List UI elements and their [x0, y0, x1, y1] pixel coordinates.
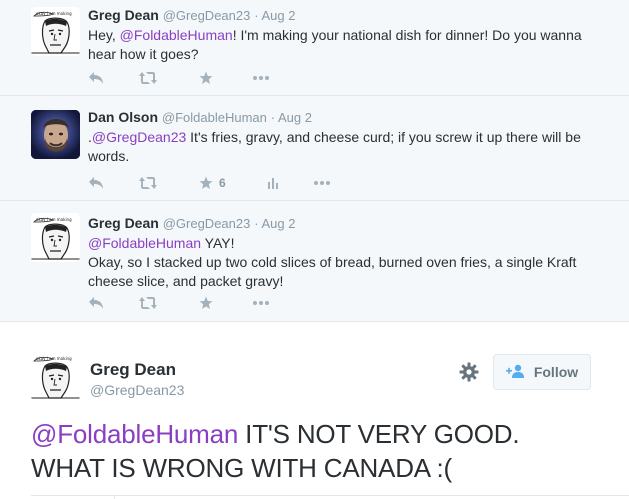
more-icon[interactable] [252, 68, 270, 88]
author-handle[interactable]: @FoldableHuman [162, 110, 267, 125]
more-icon[interactable] [313, 173, 331, 193]
author-handle[interactable]: @GregDean23 [163, 8, 251, 23]
reply-icon[interactable] [88, 293, 104, 313]
analytics-icon[interactable] [267, 173, 279, 193]
avatar[interactable]: okay i am making [31, 7, 80, 56]
retweet-icon[interactable] [138, 68, 158, 88]
favorite-button[interactable]: 6 [199, 173, 226, 193]
mention-link[interactable]: @FoldableHuman [88, 235, 201, 251]
author-handle[interactable]: @GregDean23 [163, 216, 251, 231]
author-name[interactable]: Greg Dean [90, 360, 176, 380]
author-name[interactable]: Greg Dean [88, 215, 159, 231]
avatar[interactable]: okay i am making [31, 213, 80, 262]
retweet-icon[interactable] [138, 293, 158, 313]
reply-icon[interactable] [88, 68, 104, 88]
follow-label: Follow [533, 364, 579, 380]
tweet-text: @FoldableHuman YAY! Okay, so I stacked up… [88, 235, 577, 289]
divider [31, 495, 629, 496]
favorite-count: 6 [219, 176, 226, 190]
author-name[interactable]: Dan Olson [88, 109, 158, 125]
add-user-icon [505, 364, 526, 381]
author-name[interactable]: Greg Dean [88, 7, 159, 23]
tweet-date[interactable]: · Aug 2 [254, 216, 295, 231]
svg-text:okay i am making: okay i am making [36, 11, 72, 16]
tweet-2[interactable]: Dan Olson @FoldableHuman · Aug 2 .@GregD… [0, 96, 629, 201]
svg-text:okay i am making: okay i am making [36, 356, 72, 361]
follow-button[interactable]: Follow [493, 354, 591, 390]
tweet-text: @FoldableHuman IT'S NOT VERY GOOD. WHAT … [31, 419, 520, 483]
reply-icon[interactable] [88, 173, 104, 193]
author-handle[interactable]: @GregDean23 [90, 382, 184, 398]
tweet-text: .@GregDean23 It's fries, gravy, and chee… [88, 129, 581, 164]
mention-link[interactable]: @FoldableHuman [120, 27, 233, 43]
tweet-date[interactable]: · Aug 2 [271, 110, 312, 125]
tweet-text: Hey, @FoldableHuman! I'm making your nat… [88, 27, 582, 62]
mention-link[interactable]: @GregDean23 [92, 129, 186, 145]
avatar[interactable]: okay i am making [31, 352, 80, 401]
tweet-1[interactable]: okay i am making Greg Dean @GregDean23 ·… [0, 0, 629, 96]
favorite-icon [199, 176, 213, 189]
favorite-icon[interactable] [199, 293, 213, 313]
gear-icon[interactable] [458, 361, 480, 383]
avatar[interactable] [31, 110, 80, 159]
focused-tweet: okay i am making Greg Dean @GregDean23 F… [0, 322, 629, 499]
svg-text:okay i am making: okay i am making [36, 217, 72, 222]
divider [114, 495, 115, 499]
tweet-3[interactable]: okay i am making Greg Dean @GregDean23 ·… [0, 201, 629, 322]
retweet-icon[interactable] [138, 173, 158, 193]
mention-link[interactable]: @FoldableHuman [31, 419, 238, 449]
tweet-date[interactable]: · Aug 2 [254, 8, 295, 23]
favorite-icon[interactable] [199, 68, 213, 88]
more-icon[interactable] [252, 293, 270, 313]
